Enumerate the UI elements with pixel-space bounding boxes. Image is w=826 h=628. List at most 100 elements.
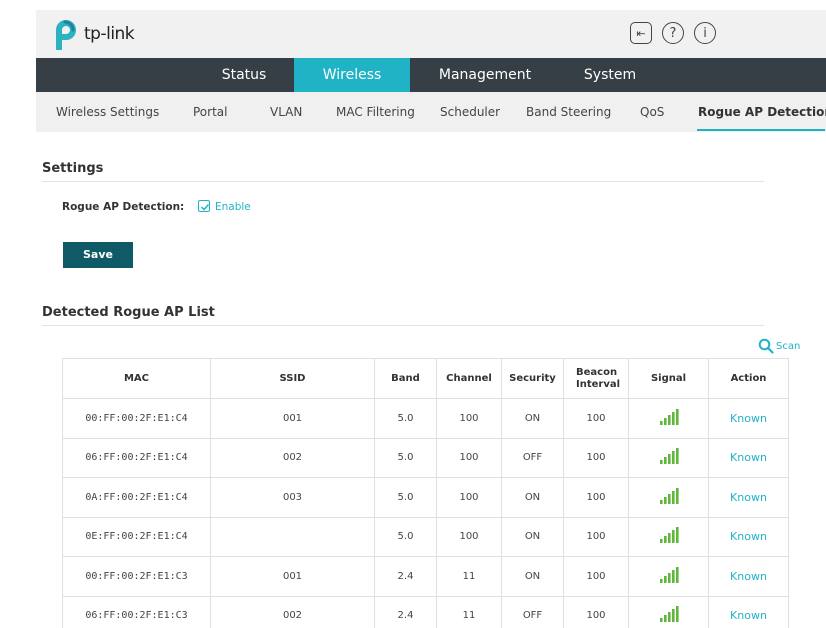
active-subtab-underline (697, 129, 825, 131)
cell-ssid: 003 (210, 477, 375, 518)
cell-band: 2.4 (374, 556, 437, 597)
logout-icon[interactable]: ⇤ (630, 22, 652, 44)
rogue-list-divider (42, 325, 764, 326)
top-bar: tp-link ⇤ ? i (36, 10, 826, 58)
known-link[interactable]: Known (708, 595, 789, 628)
cell-mac: 00:FF:00:2F:E1:C4 (62, 398, 211, 439)
cell-security: OFF (501, 595, 564, 628)
enable-checkbox[interactable] (198, 200, 210, 212)
subtab-qos[interactable]: QoS (640, 92, 664, 132)
cell-channel: 100 (436, 398, 502, 439)
col-header-band[interactable]: Band (374, 358, 437, 399)
cell-mac: 00:FF:00:2F:E1:C3 (62, 556, 211, 597)
search-icon (758, 338, 774, 354)
col-header-signal[interactable]: Signal (628, 358, 709, 399)
known-link[interactable]: Known (708, 516, 789, 557)
subtab-scheduler[interactable]: Scheduler (440, 92, 500, 132)
logo-text: tp-link (84, 24, 135, 44)
table-header-row: MAC SSID Band Channel Security Beacon In… (62, 358, 789, 399)
col-header-security[interactable]: Security (501, 358, 564, 399)
table-row: 06:FF:00:2F:E1:C4 002 5.0 100 OFF 100 Known (62, 437, 789, 478)
known-link[interactable]: Known (708, 437, 789, 478)
cell-ssid: 002 (210, 595, 375, 628)
cell-security: ON (501, 477, 564, 518)
col-header-beacon-interval[interactable]: Beacon Interval (563, 358, 629, 399)
cell-signal (628, 398, 709, 439)
table-row: 00:FF:00:2F:E1:C4 001 5.0 100 ON 100 Known (62, 398, 789, 439)
signal-icon (659, 487, 679, 504)
cell-signal (628, 477, 709, 518)
tab-management[interactable]: Management (410, 58, 560, 92)
logo: tp-link (50, 20, 135, 52)
save-button[interactable]: Save (63, 242, 133, 268)
cell-mac: 06:FF:00:2F:E1:C4 (62, 437, 211, 478)
cell-channel: 100 (436, 437, 502, 478)
known-link[interactable]: Known (708, 556, 789, 597)
info-icon[interactable]: i (694, 22, 716, 44)
known-link[interactable]: Known (708, 477, 789, 518)
subtab-rogue-ap-detection[interactable]: Rogue AP Detection (698, 92, 826, 132)
cell-signal (628, 437, 709, 478)
cell-beacon-interval: 100 (563, 556, 629, 597)
cell-beacon-interval: 100 (563, 437, 629, 478)
col-header-mac[interactable]: MAC (62, 358, 211, 399)
table-row: 06:FF:00:2F:E1:C3 002 2.4 11 OFF 100 Known (62, 595, 789, 628)
col-header-action: Action (708, 358, 789, 399)
cell-channel: 100 (436, 477, 502, 518)
rogue-ap-detection-label: Rogue AP Detection: (62, 201, 185, 213)
cell-band: 5.0 (374, 398, 437, 439)
signal-icon (659, 566, 679, 583)
tab-wireless[interactable]: Wireless (294, 58, 410, 92)
tab-system[interactable]: System (560, 58, 660, 92)
settings-title: Settings (42, 161, 104, 176)
tab-status[interactable]: Status (194, 58, 294, 92)
rogue-ap-table: MAC SSID Band Channel Security Beacon In… (62, 358, 789, 628)
cell-signal (628, 595, 709, 628)
cell-mac: 0A:FF:00:2F:E1:C4 (62, 477, 211, 518)
subtab-vlan[interactable]: VLAN (270, 92, 302, 132)
table-row: 0A:FF:00:2F:E1:C4 003 5.0 100 ON 100 Known (62, 477, 789, 518)
cell-band: 5.0 (374, 477, 437, 518)
help-icon[interactable]: ? (662, 22, 684, 44)
cell-mac: 06:FF:00:2F:E1:C3 (62, 595, 211, 628)
scan-label: Scan (776, 340, 801, 352)
scan-button[interactable]: Scan (758, 338, 800, 354)
settings-divider (42, 181, 764, 182)
tp-link-logo-icon (50, 20, 78, 52)
cell-beacon-interval: 100 (563, 595, 629, 628)
enable-label[interactable]: Enable (215, 201, 251, 213)
signal-icon (659, 448, 679, 465)
table-row: 00:FF:00:2F:E1:C3 001 2.4 11 ON 100 Known (62, 556, 789, 597)
subtab-mac-filtering[interactable]: MAC Filtering (336, 92, 415, 132)
rogue-list-title: Detected Rogue AP List (42, 305, 215, 320)
cell-ssid: 002 (210, 437, 375, 478)
main-nav: Status Wireless Management System (36, 58, 826, 92)
cell-signal (628, 556, 709, 597)
table-row: 0E:FF:00:2F:E1:C4 5.0 100 ON 100 Known (62, 516, 789, 557)
cell-channel: 100 (436, 516, 502, 557)
subtab-portal[interactable]: Portal (193, 92, 227, 132)
subtab-wireless-settings[interactable]: Wireless Settings (56, 92, 159, 132)
cell-beacon-interval: 100 (563, 516, 629, 557)
sub-nav: Wireless Settings Portal VLAN MAC Filter… (36, 92, 826, 132)
cell-beacon-interval: 100 (563, 398, 629, 439)
cell-mac: 0E:FF:00:2F:E1:C4 (62, 516, 211, 557)
cell-security: ON (501, 516, 564, 557)
col-header-channel[interactable]: Channel (436, 358, 502, 399)
subtab-band-steering[interactable]: Band Steering (526, 92, 611, 132)
known-link[interactable]: Known (708, 398, 789, 439)
cell-channel: 11 (436, 595, 502, 628)
cell-band: 5.0 (374, 437, 437, 478)
signal-icon (659, 408, 679, 425)
cell-channel: 11 (436, 556, 502, 597)
cell-ssid: 001 (210, 398, 375, 439)
cell-band: 5.0 (374, 516, 437, 557)
cell-band: 2.4 (374, 595, 437, 628)
cell-ssid: 001 (210, 556, 375, 597)
cell-security: ON (501, 556, 564, 597)
cell-security: OFF (501, 437, 564, 478)
check-icon (200, 203, 210, 211)
cell-beacon-interval: 100 (563, 477, 629, 518)
col-header-ssid[interactable]: SSID (210, 358, 375, 399)
cell-ssid (210, 516, 375, 557)
